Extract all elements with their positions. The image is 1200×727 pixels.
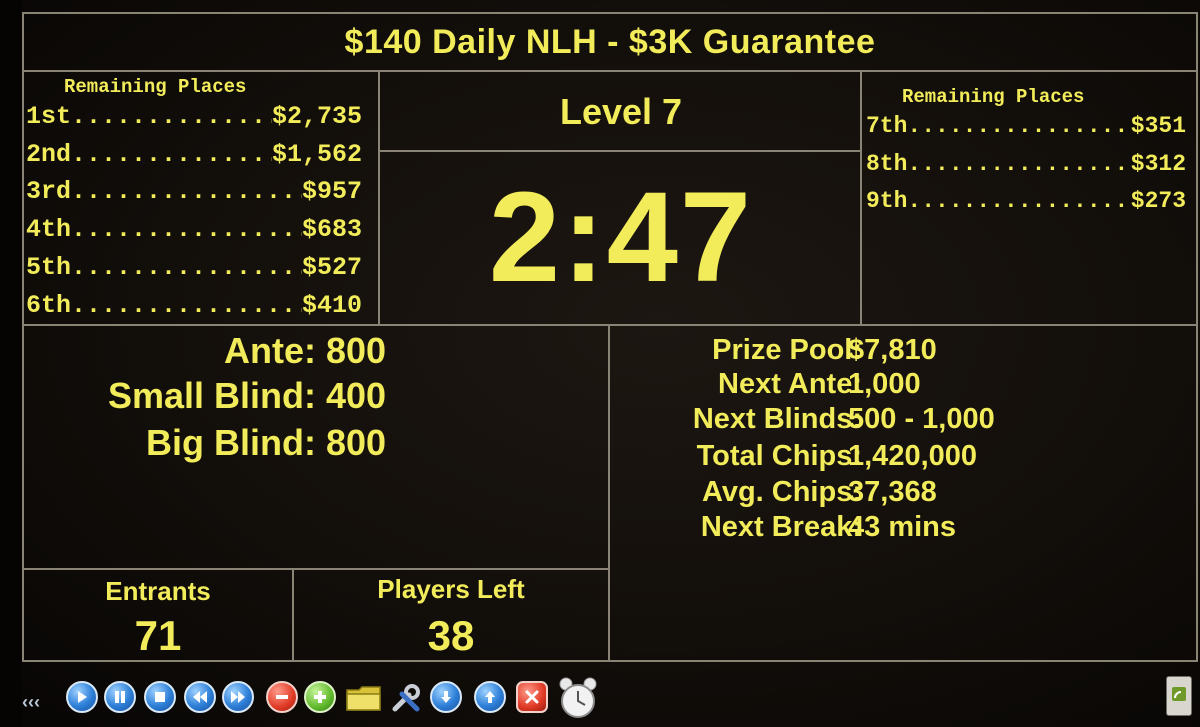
payout-row: 7th...........................$351 — [866, 113, 1186, 139]
avg-chips-value: 37,368 — [848, 476, 937, 508]
rewind-icon[interactable] — [184, 681, 216, 713]
small-blind-label: Small Blind: — [107, 375, 316, 416]
control-toolbar — [0, 676, 1200, 727]
payout-rank: 3rd — [26, 177, 72, 206]
payout-row: 5th...........................$527 — [26, 253, 362, 282]
payout-row: 9th...........................$273 — [866, 188, 1186, 214]
payout-rank: 1st — [26, 102, 72, 131]
remove-icon[interactable] — [266, 681, 298, 713]
divider — [22, 70, 1198, 72]
big-blind-label: Big Blind: — [146, 422, 316, 463]
countdown-clock: 2:47 — [488, 165, 754, 309]
big-blind-row: Big Blind: 800 — [30, 422, 430, 464]
payout-rank: 4th — [26, 215, 72, 244]
total-chips-row: Total Chips: 1,420,000 — [620, 440, 1180, 474]
level-indicator: Level 7 — [559, 91, 683, 132]
next-ante-value: 1,000 — [848, 368, 921, 400]
payout-row: 6th...........................$410 — [26, 291, 362, 320]
small-blind-value: 400 — [326, 375, 387, 416]
next-ante-label: Next Ante: — [718, 368, 862, 400]
payout-amount: $957 — [301, 177, 362, 206]
fast-forward-icon[interactable] — [222, 681, 254, 713]
prize-pool-value: $7,810 — [848, 334, 937, 366]
tools-icon[interactable] — [390, 682, 422, 714]
feed-icon[interactable] — [1166, 676, 1192, 716]
upload-icon[interactable] — [474, 681, 506, 713]
payout-rank: 6th — [26, 291, 72, 320]
payout-amount: $351 — [1130, 113, 1186, 139]
prize-pool-row: Prize Pool: $7,810 — [620, 334, 1180, 368]
monitor-bezel — [0, 0, 22, 727]
stop-icon[interactable] — [144, 681, 176, 713]
pause-icon[interactable] — [104, 681, 136, 713]
divider — [860, 72, 862, 324]
next-blinds-value: 500 - 1,000 — [848, 403, 995, 435]
divider — [608, 326, 610, 660]
toolbar-collapse-button[interactable]: ‹‹‹ — [22, 692, 40, 713]
next-blinds-label: Next Blinds: — [692, 403, 862, 435]
payout-amount: $683 — [301, 215, 362, 244]
tournament-title: $140 Daily NLH - $3K Guarantee — [344, 22, 876, 61]
entrants-value: 71 — [134, 612, 182, 659]
prize-pool-label: Prize Pool: — [712, 334, 862, 366]
download-icon[interactable] — [430, 681, 462, 713]
left-places-heading: Remaining Places — [64, 76, 247, 98]
payout-row: 1st...........................$2,735 — [26, 102, 362, 131]
payout-row: 4th...........................$683 — [26, 215, 362, 244]
payout-row: 3rd...........................$957 — [26, 177, 362, 206]
divider — [22, 324, 1198, 326]
payout-rank: 7th — [866, 113, 908, 139]
right-places-heading: Remaining Places — [902, 86, 1085, 108]
next-blinds-row: Next Blinds: 500 - 1,000 — [620, 403, 1180, 437]
payout-rank: 5th — [26, 253, 72, 282]
players-left-value: 38 — [427, 612, 475, 659]
big-blind-value: 800 — [326, 422, 387, 463]
avg-chips-label: Avg. Chips: — [701, 476, 862, 508]
total-chips-label: Total Chips: — [696, 440, 862, 472]
players-left-label: Players Left — [377, 574, 525, 604]
folder-icon[interactable] — [346, 684, 382, 712]
payout-rank: 2nd — [26, 140, 72, 169]
entrants-label: Entrants — [105, 576, 211, 606]
add-icon[interactable] — [304, 681, 336, 713]
payout-amount: $2,735 — [271, 102, 362, 131]
payout-amount: $410 — [301, 291, 362, 320]
divider — [22, 568, 610, 570]
payout-amount: $1,562 — [271, 140, 362, 169]
payout-row: 2nd...........................$1,562 — [26, 140, 362, 169]
payout-rank: 8th — [866, 151, 908, 177]
next-break-row: Next Break: 43 mins — [620, 511, 1180, 545]
small-blind-row: Small Blind: 400 — [30, 375, 430, 417]
total-chips-value: 1,420,000 — [848, 440, 978, 472]
next-break-label: Next Break: — [700, 511, 862, 543]
divider — [378, 72, 380, 324]
ante-row: Ante: 800 — [30, 330, 430, 372]
close-icon[interactable] — [516, 681, 548, 713]
next-ante-row: Next Ante: 1,000 — [620, 368, 1180, 402]
ante-value: 800 — [326, 330, 387, 371]
payout-amount: $527 — [301, 253, 362, 282]
alarm-clock-icon[interactable] — [558, 676, 598, 720]
tournament-clock-screen: $140 Daily NLH - $3K Guarantee Remaining… — [0, 0, 1200, 727]
payout-row: 8th...........................$312 — [866, 151, 1186, 177]
next-break-value: 43 mins — [848, 511, 956, 543]
ante-label: Ante: — [224, 330, 316, 371]
play-icon[interactable] — [66, 681, 98, 713]
avg-chips-row: Avg. Chips: 37,368 — [620, 476, 1180, 510]
divider — [380, 150, 860, 152]
payout-amount: $273 — [1130, 188, 1186, 214]
payout-rank: 9th — [866, 188, 908, 214]
payout-amount: $312 — [1130, 151, 1186, 177]
